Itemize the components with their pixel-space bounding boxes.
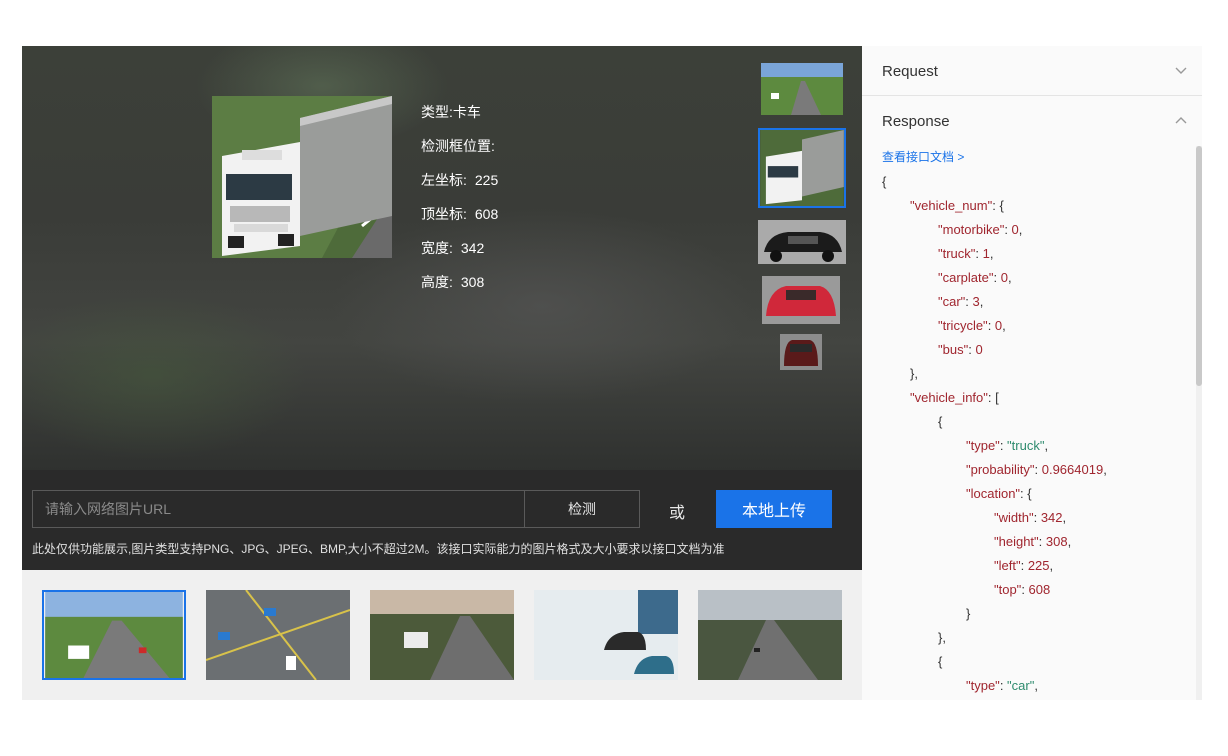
box-row: 检测框位置: — [421, 138, 498, 172]
detected-vehicle-image — [212, 96, 392, 258]
top-row: 顶坐标: 608 — [421, 206, 498, 240]
width-value: 342 — [460, 240, 485, 256]
json-line: "tricycle": 0, — [938, 318, 1006, 333]
sample-image-highway-overcast[interactable] — [698, 590, 842, 680]
api-doc-link[interactable]: 查看接口文档 > — [882, 148, 964, 165]
json-line: "vehicle_info": [ — [910, 390, 999, 405]
json-line: "location": { — [966, 486, 1032, 501]
width-label: 宽度: — [421, 240, 453, 256]
json-line: "type": "car", — [966, 678, 1038, 693]
input-bar: 检测 或 本地上传 此处仅供功能展示,图片类型支持PNG、JPG、JPEG、BM… — [22, 470, 862, 570]
request-section-header[interactable]: Request — [862, 46, 1202, 96]
response-title: Response — [882, 113, 950, 130]
json-line: "left": 225, — [994, 558, 1054, 573]
or-text: 或 — [669, 505, 686, 522]
sample-image-parking-snow[interactable] — [534, 590, 678, 680]
detected-object-thumb[interactable] — [761, 63, 843, 115]
box-label: 检测框位置: — [421, 138, 495, 154]
result-stage: 类型:卡车 检测框位置: 左坐标: 225 顶坐标: 608 宽度: 342 高度: 3… — [22, 46, 862, 470]
sample-image-intersection[interactable] — [206, 590, 350, 680]
detected-object-thumb[interactable] — [758, 220, 846, 264]
chevron-down-icon — [1175, 67, 1187, 74]
json-line: "vehicle_num": { — [910, 198, 1004, 213]
type-value: 卡车 — [452, 104, 481, 120]
height-value: 308 — [460, 274, 485, 290]
sample-image-highway-truck[interactable] — [42, 590, 186, 680]
left-value: 225 — [474, 172, 499, 188]
detect-button[interactable]: 检测 — [524, 490, 640, 528]
api-panel: Request Response 查看接口文档 > { "vehicle_num… — [862, 46, 1202, 700]
demo-area: 类型:卡车 检测框位置: 左坐标: 225 顶坐标: 608 宽度: 342 高度: 3… — [22, 46, 862, 700]
local-upload-button[interactable]: 本地上传 — [716, 490, 832, 528]
detected-object-thumb[interactable] — [762, 276, 840, 324]
json-line: }, — [938, 630, 946, 645]
response-json: { "vehicle_num": { "motorbike": 0, "truc… — [882, 174, 1107, 700]
left-label: 左坐标: — [421, 172, 467, 188]
json-line: "carplate": 0, — [938, 270, 1012, 285]
json-line: "motorbike": 0, — [938, 222, 1023, 237]
detected-objects-list — [752, 56, 852, 416]
sample-images — [22, 590, 862, 680]
json-line: { — [882, 174, 887, 189]
json-line: "top": 608 — [994, 582, 1051, 597]
left-row: 左坐标: 225 — [421, 172, 498, 206]
sample-image-highway-sunset[interactable] — [370, 590, 514, 680]
image-url-input[interactable] — [32, 490, 524, 528]
width-row: 宽度: 342 — [421, 240, 498, 274]
type-row: 类型:卡车 — [421, 104, 498, 138]
top-value: 608 — [474, 206, 499, 222]
height-row: 高度: 308 — [421, 274, 498, 308]
detected-object-thumb-active[interactable] — [758, 128, 846, 208]
json-line: "type": "truck", — [966, 438, 1049, 453]
chevron-up-icon — [1175, 117, 1187, 124]
json-line: "probability": 0.9664019, — [966, 462, 1107, 477]
json-line: "bus": 0 — [938, 342, 983, 357]
json-line: { — [938, 654, 943, 669]
top-label: 顶坐标: — [421, 206, 467, 222]
response-section-header[interactable]: Response — [862, 96, 1202, 146]
json-line: "height": 308, — [994, 534, 1072, 549]
height-label: 高度: — [421, 274, 453, 290]
request-title: Request — [882, 63, 938, 80]
json-line: { — [938, 414, 943, 429]
type-label: 类型: — [421, 104, 453, 120]
detection-info: 类型:卡车 检测框位置: 左坐标: 225 顶坐标: 608 宽度: 342 高度: 3… — [421, 104, 498, 308]
usage-note: 此处仅供功能展示,图片类型支持PNG、JPG、JPEG、BMP,大小不超过2M。… — [32, 542, 725, 556]
json-line: }, — [910, 366, 918, 381]
json-line: "truck": 1, — [938, 246, 994, 261]
json-line: "width": 342, — [994, 510, 1067, 525]
json-line: } — [966, 606, 971, 621]
json-line: "car": 3, — [938, 294, 984, 309]
detected-object-thumb[interactable] — [780, 334, 822, 370]
response-scrollbar-thumb[interactable] — [1196, 146, 1202, 386]
